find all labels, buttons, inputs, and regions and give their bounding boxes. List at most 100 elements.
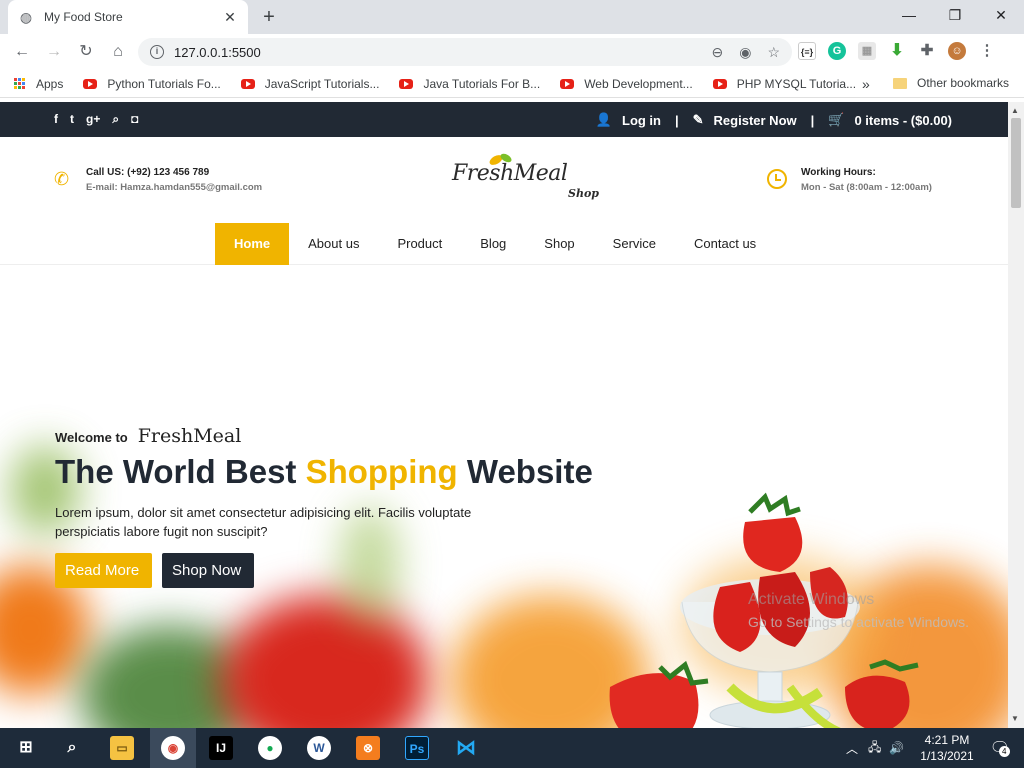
menu-dots-icon[interactable]: ⋮ <box>978 42 996 60</box>
browser-tabstrip: ◍ My Food Store ✕ + — ❐ ✕ <box>0 0 1024 34</box>
scroll-up-arrow[interactable]: ▲ <box>1011 106 1019 115</box>
network-icon[interactable]: 🖧 <box>868 738 881 759</box>
minimize-button[interactable]: — <box>886 0 932 30</box>
mongodb-icon[interactable]: ● <box>258 736 282 760</box>
shop-now-button[interactable]: Shop Now <box>162 553 254 588</box>
user-links: 👤 Log in | ✎ Register Now | 🛒 0 items - … <box>596 112 952 128</box>
nav-service[interactable]: Service <box>594 223 675 265</box>
profile-avatar[interactable]: ☺ <box>948 42 966 60</box>
read-more-button[interactable]: Read More <box>55 553 152 588</box>
bookmark-apps[interactable]: Apps <box>14 77 63 91</box>
bookmark-star-icon[interactable]: ☆ <box>767 44 780 61</box>
bookmark-webdev[interactable]: Web Development... <box>560 77 693 91</box>
hero-headline: The World Best Shopping Website <box>55 453 593 491</box>
login-link[interactable]: Log in <box>622 113 661 128</box>
cart-link[interactable]: 0 items - ($0.00) <box>854 113 952 128</box>
hero-section: Welcome to FreshMeal The World Best Shop… <box>0 265 1008 728</box>
bookmark-label: PHP MYSQL Tutoria... <box>736 76 857 91</box>
url-text[interactable]: 127.0.0.1:5500 <box>174 45 695 60</box>
nav-shop[interactable]: Shop <box>525 223 593 265</box>
taskbar-clock[interactable]: 4:21 PM 1/13/2021 <box>920 732 973 764</box>
window-controls: — ❐ ✕ <box>886 0 1024 30</box>
notification-count-badge: 4 <box>998 746 1010 757</box>
restore-button[interactable]: ❐ <box>932 0 978 30</box>
register-link[interactable]: Register Now <box>714 113 797 128</box>
grammarly-icon[interactable]: G <box>828 42 846 60</box>
cart-icon: 🛒 <box>828 112 845 127</box>
activate-windows-title: Activate Windows <box>748 591 875 608</box>
site-info-icon[interactable]: i <box>150 45 164 59</box>
clock-icon <box>767 169 787 189</box>
system-tray: ︿ 🖧 🔊 4:21 PM 1/13/2021 🗨4 <box>846 728 1024 768</box>
nav-blog[interactable]: Blog <box>461 223 525 265</box>
back-button[interactable]: ← <box>10 40 34 64</box>
notification-center-icon[interactable]: 🗨4 <box>990 738 1010 758</box>
download-extension-icon[interactable]: ⬇ <box>888 42 906 60</box>
hero-bg-blur <box>220 595 430 728</box>
windows-start-icon[interactable]: ⊞ <box>14 736 38 760</box>
bookmark-java[interactable]: Java Tutorials For B... <box>399 77 540 91</box>
clock-time: 4:21 PM <box>924 733 970 747</box>
welcome-text: Welcome to <box>55 430 128 445</box>
bookmark-label: Python Tutorials Fo... <box>107 76 221 91</box>
bookmark-php[interactable]: PHP MYSQL Tutoria... <box>712 76 857 91</box>
extension-icon[interactable]: ▦ <box>858 42 876 60</box>
logo-name: FreshMeal <box>452 161 568 186</box>
search-icon[interactable]: ⌕ <box>112 112 119 127</box>
nav-contact[interactable]: Contact us <box>675 223 775 265</box>
site-logo[interactable]: FreshMeal Shop <box>452 153 612 205</box>
tracking-off-icon[interactable]: ◉ <box>739 44 751 61</box>
other-bookmarks[interactable]: Other bookmarks <box>893 76 1009 90</box>
photoshop-icon[interactable]: Ps <box>405 736 429 760</box>
vscode-icon[interactable]: ⋈ <box>454 736 478 760</box>
bookmark-python[interactable]: Python Tutorials Fo... <box>83 76 221 91</box>
activate-windows-subtitle: Go to Settings to activate Windows. <box>748 614 969 630</box>
scroll-down-arrow[interactable]: ▼ <box>1011 714 1019 723</box>
file-explorer-icon[interactable]: ▭ <box>110 736 134 760</box>
bookmark-javascript[interactable]: JavaScript Tutorials... <box>240 76 380 91</box>
puzzle-extensions-icon[interactable]: ✚ <box>918 42 936 60</box>
youtube-icon <box>83 78 98 89</box>
close-tab-icon[interactable]: ✕ <box>222 9 238 26</box>
forward-button[interactable]: → <box>42 40 66 64</box>
site-topbar: f t g+ ⌕ ◘ 👤 Log in | ✎ Register Now | 🛒… <box>0 102 1008 137</box>
windows-taskbar: ⊞ ⌕ ▭ ◉ IJ ● W ⊗ Ps ⋈ ︿ 🖧 🔊 4:21 PM 1/13… <box>0 728 1024 768</box>
browser-tab[interactable]: ◍ My Food Store ✕ <box>8 0 248 34</box>
nav-home[interactable]: Home <box>215 223 290 265</box>
contact-info: ✆ Call US: (+92) 123 456 789 E-mail: Ham… <box>54 167 262 193</box>
scrollbar-thumb[interactable] <box>1011 118 1021 208</box>
google-plus-icon[interactable]: g+ <box>86 112 100 127</box>
bookmark-label: Web Development... <box>584 76 693 91</box>
facebook-icon[interactable]: f <box>54 112 58 127</box>
email-text: E-mail: Hamza.hamdan555@gmail.com <box>86 182 263 193</box>
user-icon: 👤 <box>595 112 612 127</box>
globe-icon: ◍ <box>19 9 33 25</box>
more-bookmarks-button[interactable]: » <box>862 76 870 92</box>
youtube-icon <box>560 78 575 89</box>
volume-icon[interactable]: 🔊 <box>889 741 904 755</box>
json-extension-icon[interactable]: {≡} <box>798 42 816 60</box>
search-icon[interactable]: ⌕ <box>60 736 84 760</box>
close-window-button[interactable]: ✕ <box>978 0 1024 30</box>
folder-icon <box>893 77 907 89</box>
twitter-icon[interactable]: t <box>70 112 74 127</box>
xampp-icon[interactable]: ⊗ <box>356 736 380 760</box>
intellij-icon[interactable]: IJ <box>209 736 233 760</box>
tab-title: My Food Store <box>44 10 123 24</box>
site-header: ✆ Call US: (+92) 123 456 789 E-mail: Ham… <box>0 137 1008 225</box>
address-bar[interactable]: i 127.0.0.1:5500 ⊖ ◉ ☆ <box>138 38 792 66</box>
youtube-icon <box>240 78 255 89</box>
working-hours: Working Hours: Mon - Sat (8:00am - 12:00… <box>767 167 932 193</box>
app-w-icon[interactable]: W <box>307 736 331 760</box>
chevron-up-icon[interactable]: ︿ <box>846 740 858 757</box>
zoom-icon[interactable]: ⊖ <box>711 44 723 61</box>
home-button[interactable]: ⌂ <box>106 40 130 64</box>
reload-button[interactable]: ↻ <box>74 40 98 64</box>
nav-product[interactable]: Product <box>378 223 461 265</box>
chrome-icon[interactable]: ◉ <box>161 736 185 760</box>
bookmark-label: JavaScript Tutorials... <box>264 76 380 91</box>
nav-about[interactable]: About us <box>289 223 378 265</box>
instagram-icon[interactable]: ◘ <box>131 112 138 127</box>
new-tab-button[interactable]: + <box>258 6 280 29</box>
page-scrollbar[interactable]: ▲ ▼ <box>1008 102 1024 728</box>
